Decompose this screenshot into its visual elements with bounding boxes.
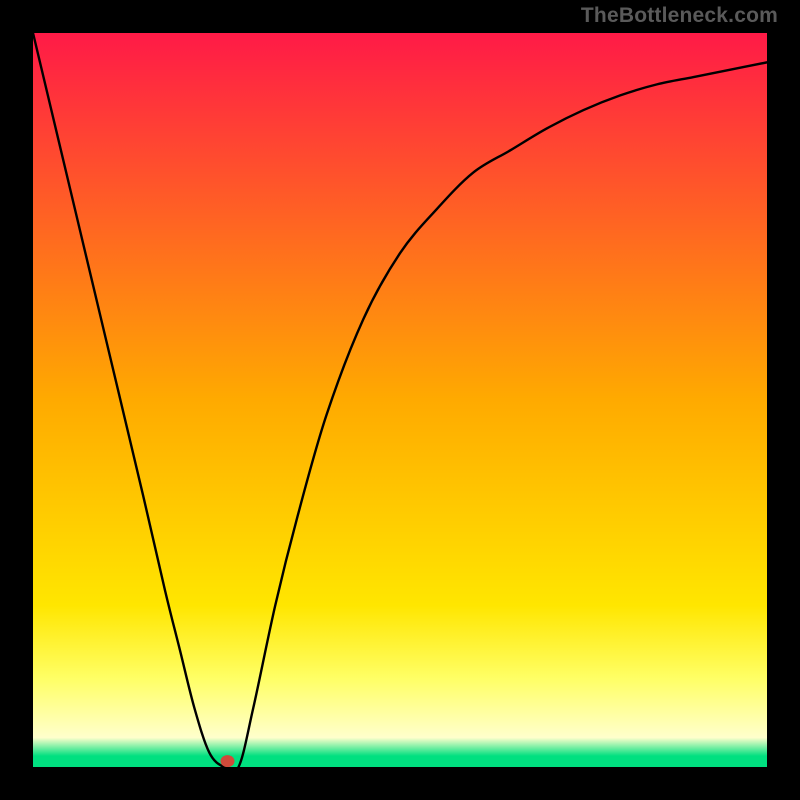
bottleneck-chart [33, 33, 767, 767]
chart-background [33, 33, 767, 767]
optimum-marker [221, 755, 235, 767]
chart-frame: TheBottleneck.com [0, 0, 800, 800]
attribution-text: TheBottleneck.com [581, 4, 778, 28]
